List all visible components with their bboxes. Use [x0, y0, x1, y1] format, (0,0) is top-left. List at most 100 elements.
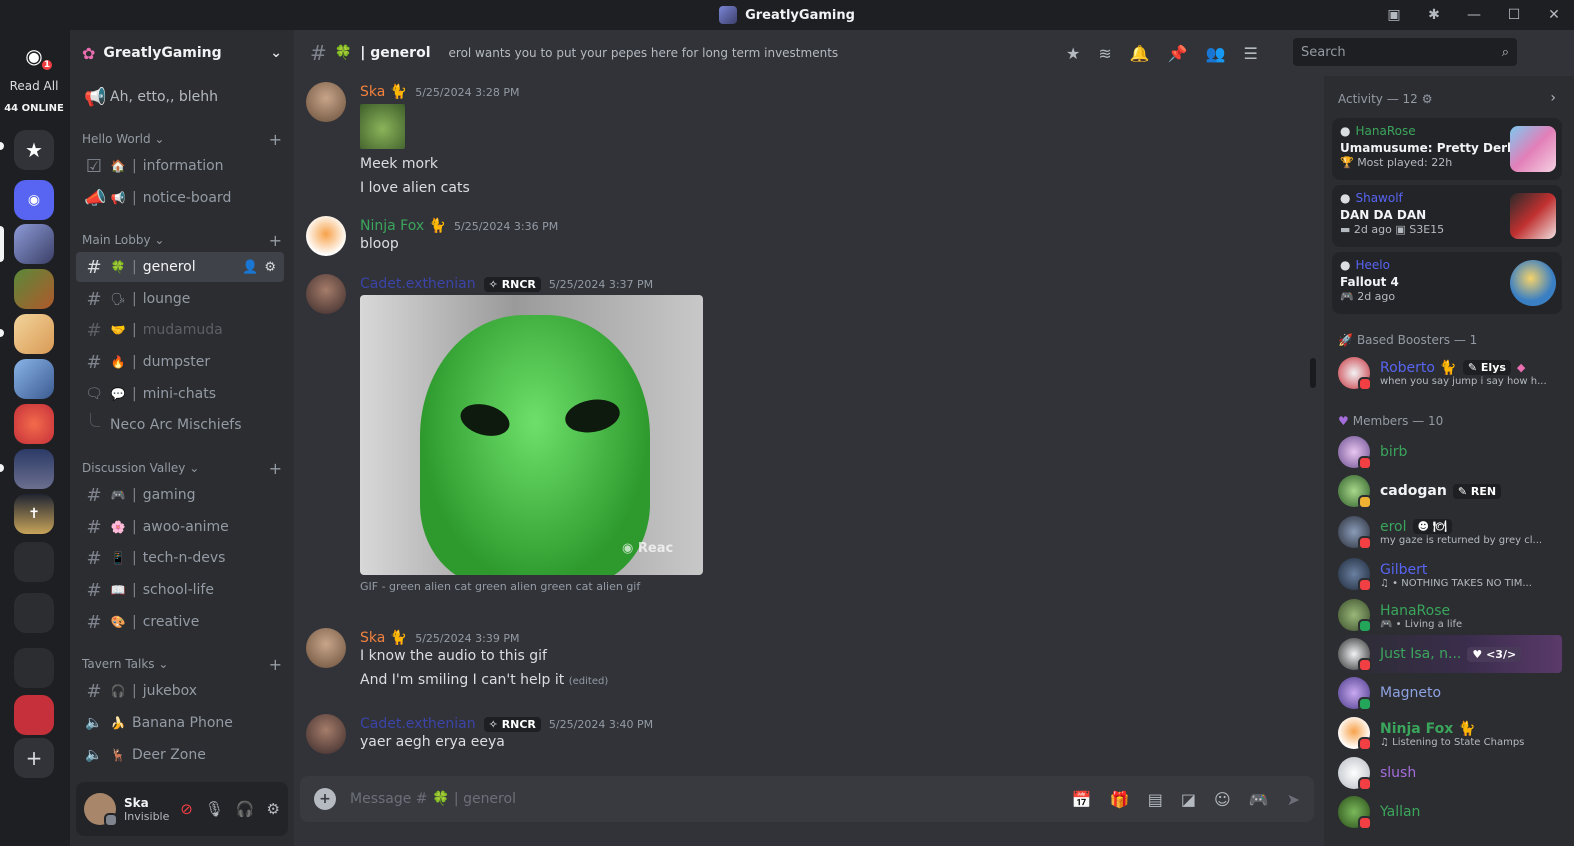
- channel-school-life[interactable]: # 📖 | school-life: [76, 575, 284, 605]
- channel-information[interactable]: ☑ 🏠 | information: [76, 151, 284, 181]
- server-4[interactable]: [14, 359, 54, 399]
- avatar[interactable]: [306, 274, 346, 314]
- server-folder-3[interactable]: [14, 648, 54, 688]
- threads-icon[interactable]: ≋: [1098, 44, 1111, 63]
- scrollbar[interactable]: [1310, 358, 1316, 388]
- gear-icon[interactable]: ⚙: [264, 260, 276, 275]
- add-channel-icon[interactable]: +: [269, 459, 282, 478]
- inbox-icon[interactable]: ☰: [1244, 44, 1258, 63]
- channel-topic[interactable]: erol wants you to put your pepes here fo…: [449, 46, 839, 60]
- author-name[interactable]: Cadet.exthenian: [360, 276, 476, 292]
- avatar[interactable]: [306, 82, 346, 122]
- member-item[interactable]: Just Isa, n... ♥ <3/>: [1332, 635, 1562, 673]
- avatar[interactable]: [306, 714, 346, 754]
- member-item[interactable]: Roberto 🐈 ✎ Elys ◆ when you say jump i say …: [1338, 354, 1562, 392]
- members-icon[interactable]: 👥: [1206, 44, 1226, 63]
- server-5[interactable]: [14, 404, 54, 444]
- member-item[interactable]: slush: [1338, 754, 1562, 792]
- bell-icon[interactable]: 🔔: [1130, 44, 1150, 63]
- read-all-button[interactable]: Read All: [0, 79, 68, 93]
- server-7[interactable]: ✝: [14, 494, 54, 534]
- category-main-lobby[interactable]: Main Lobby ⌄ +: [82, 230, 282, 250]
- microphone-icon[interactable]: 🎙: [205, 800, 224, 818]
- member-item[interactable]: Magneto: [1338, 674, 1562, 712]
- add-channel-icon[interactable]: +: [269, 231, 282, 250]
- channel-ah-etto[interactable]: 📢 Ah, etto,, blehh: [76, 82, 284, 112]
- author-name[interactable]: Ska 🐈: [360, 630, 407, 646]
- emoji-icon[interactable]: ☺: [1214, 790, 1231, 809]
- activity-card[interactable]: ● HanaRose Umamusume: Pretty Derby 🏆 Most…: [1332, 118, 1562, 180]
- send-icon[interactable]: ➤: [1287, 790, 1300, 809]
- server-3[interactable]: [14, 314, 54, 354]
- avatar[interactable]: [306, 628, 346, 668]
- game-controller-icon[interactable]: 🎮: [1249, 790, 1269, 809]
- member-item[interactable]: Gilbert ♫ • NOTHING TAKES NO TIM...: [1338, 555, 1562, 593]
- server-header[interactable]: ✿ GreatlyGaming ⌄: [70, 30, 294, 76]
- channel-dumpster[interactable]: # 🔥 | dumpster: [76, 347, 284, 377]
- category-discussion-valley[interactable]: Discussion Valley ⌄ +: [82, 458, 282, 478]
- search-input[interactable]: Search ⌕: [1293, 38, 1517, 66]
- favorites-server[interactable]: ★: [14, 130, 54, 170]
- sticker-icon[interactable]: ◪: [1181, 790, 1196, 809]
- channel-lounge[interactable]: # 🗣 | lounge: [76, 284, 284, 314]
- server-6[interactable]: [14, 449, 54, 489]
- activity-card[interactable]: ● Heelo Fallout 4 🎮 2d ago: [1332, 252, 1562, 314]
- category-hello-world[interactable]: Hello World ⌄ +: [82, 129, 282, 149]
- message-composer[interactable]: + Message # 🍀 | generol 📅 🎁 ▤ ◪ ☺ 🎮 ➤: [300, 776, 1314, 822]
- minimize-button[interactable]: —: [1454, 0, 1494, 30]
- member-item[interactable]: cadogan ✎ REN: [1338, 472, 1562, 510]
- activity-card[interactable]: ● Shawolf DAN DA DAN ▬ 2d ago ▣ S3E15: [1332, 185, 1562, 247]
- channel-jukebox[interactable]: # 🎧 | jukebox: [76, 676, 284, 706]
- sticker-image[interactable]: [360, 104, 405, 149]
- inbox-icon[interactable]: ▣: [1374, 0, 1414, 30]
- member-item[interactable]: erol ☻ 🍽 my gaze is returned by grey cl...: [1338, 513, 1562, 551]
- server-discord[interactable]: ◉: [14, 180, 54, 220]
- member-item[interactable]: Ninja Fox 🐈 ♫ Listening to State Champs: [1338, 714, 1562, 752]
- channel-gaming[interactable]: # 🎮 | gaming: [76, 480, 284, 510]
- pin-icon[interactable]: 📌: [1168, 44, 1188, 63]
- composer-placeholder[interactable]: Message # 🍀 | generol: [350, 791, 516, 807]
- server-8[interactable]: [14, 695, 54, 735]
- author-name[interactable]: Ska 🐈: [360, 84, 407, 100]
- camera-off-icon[interactable]: ⊘: [180, 800, 193, 818]
- category-tavern-talks[interactable]: Tavern Talks ⌄ +: [82, 654, 282, 674]
- server-folder-2[interactable]: [14, 593, 54, 633]
- gift-icon[interactable]: 🎁: [1110, 790, 1130, 809]
- add-server-button[interactable]: +: [14, 738, 54, 778]
- avatar[interactable]: [84, 793, 118, 827]
- member-item[interactable]: birb: [1338, 433, 1562, 471]
- channel-generol[interactable]: # 🍀 | generol 👤 ⚙: [76, 252, 284, 282]
- star-icon[interactable]: ★: [1066, 44, 1080, 63]
- voice-channel-banana-phone[interactable]: 🔈 🍌 Banana Phone: [76, 708, 284, 738]
- server-folder-1[interactable]: [14, 542, 54, 582]
- headphones-icon[interactable]: 🎧: [236, 800, 255, 818]
- gear-icon[interactable]: ⚙: [267, 800, 280, 818]
- close-button[interactable]: ✕: [1534, 0, 1574, 30]
- gear-icon[interactable]: ⚙: [1422, 92, 1433, 106]
- channel-awoo-anime[interactable]: # 🌸 | awoo-anime: [76, 512, 284, 542]
- gif-icon[interactable]: ▤: [1148, 790, 1163, 809]
- maximize-button[interactable]: ☐: [1494, 0, 1534, 30]
- invite-icon[interactable]: 👤: [242, 260, 258, 275]
- author-name[interactable]: Cadet.exthenian: [360, 716, 476, 732]
- add-channel-icon[interactable]: +: [269, 130, 282, 149]
- gif-embed[interactable]: ◉ Reac: [360, 295, 703, 575]
- server-greatlygaming[interactable]: [14, 224, 54, 264]
- voice-channel-deer-zone[interactable]: 🔈 🦌 Deer Zone: [76, 740, 284, 770]
- calendar-icon[interactable]: 📅: [1072, 790, 1092, 809]
- channel-notice-board[interactable]: 📣 📢 | notice-board: [76, 183, 284, 213]
- channel-mudamuda[interactable]: # 🤝 | mudamuda: [76, 315, 284, 345]
- add-channel-icon[interactable]: +: [269, 655, 282, 674]
- author-name[interactable]: Ninja Fox 🐈: [360, 218, 446, 234]
- avatar[interactable]: [306, 216, 346, 256]
- thread-item[interactable]: Neco Arc Mischiefs: [90, 411, 280, 439]
- bug-icon[interactable]: ✱: [1414, 0, 1454, 30]
- member-item[interactable]: HanaRose 🎮 • Living a life: [1338, 596, 1562, 634]
- chevron-right-icon[interactable]: ›: [1550, 90, 1556, 106]
- server-2[interactable]: [14, 269, 54, 309]
- channel-creative[interactable]: # 🎨 | creative: [76, 607, 284, 637]
- add-attachment-button[interactable]: +: [314, 788, 336, 810]
- channel-tech-n-devs[interactable]: # 📱 | tech-n-devs: [76, 543, 284, 573]
- member-item[interactable]: Yallan: [1338, 793, 1562, 831]
- channel-mini-chats[interactable]: 🗨 💬 | mini-chats: [76, 379, 284, 409]
